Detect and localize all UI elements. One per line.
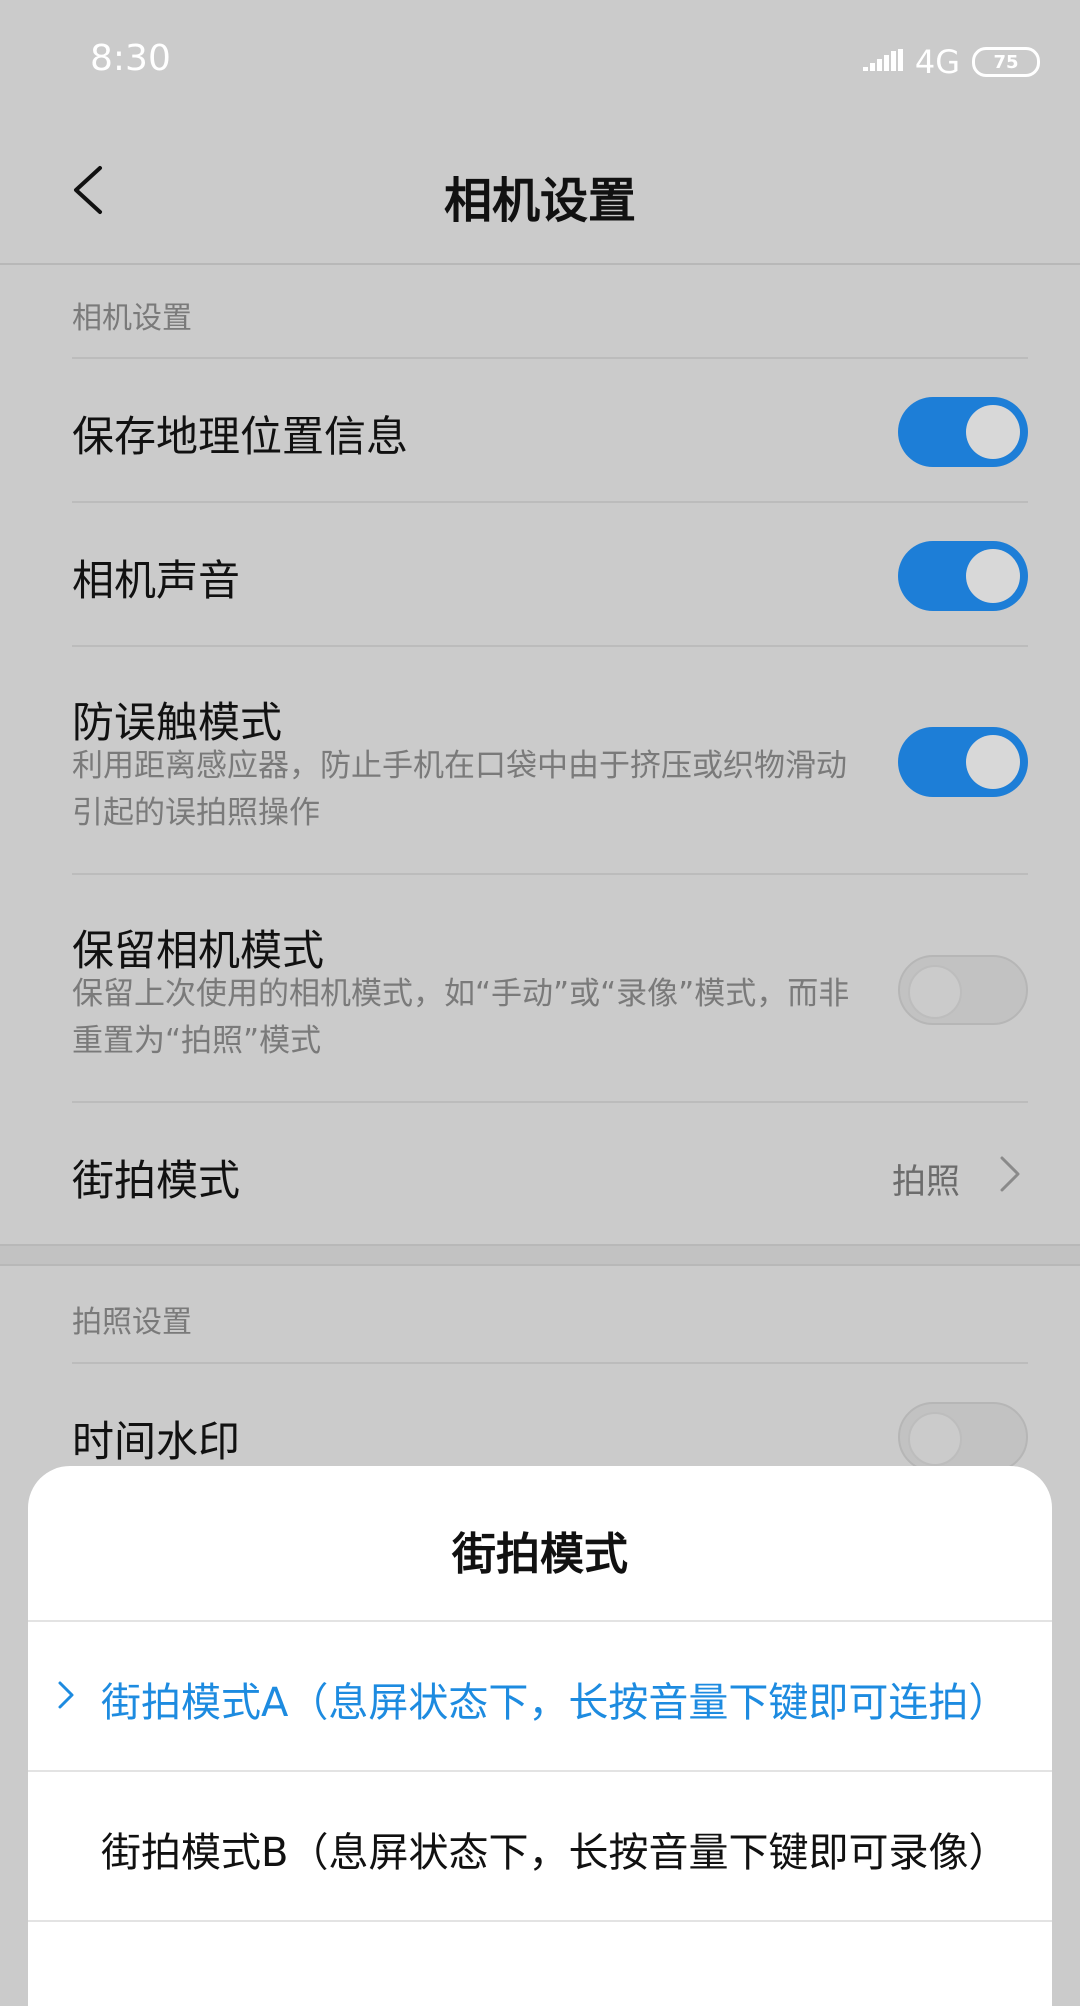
setting-row-street-mode[interactable]: 街拍模式 拍照 xyxy=(72,1101,1028,1245)
toggle-knob xyxy=(908,965,962,1019)
anti-mistouch-toggle[interactable] xyxy=(898,727,1028,797)
status-time: 8:30 xyxy=(90,38,171,79)
signal-icon xyxy=(862,49,903,71)
settings-page: 8:30 4G 75 相机设置 相机设置 保存地理位置信息 相机声音 防误触模式… xyxy=(0,0,1080,2006)
setting-row-camera-sound[interactable]: 相机声音 xyxy=(72,501,1028,645)
setting-row-geolocation[interactable]: 保存地理位置信息 xyxy=(72,357,1028,501)
option-street-mode-a[interactable]: 街拍模式A（息屏状态下，长按音量下键即可连拍） xyxy=(28,1622,1052,1770)
page-title: 相机设置 xyxy=(443,173,636,229)
section-label-photo: 拍照设置 xyxy=(72,1305,192,1340)
setting-title: 保留相机模式 xyxy=(72,926,325,975)
sheet-title: 街拍模式 xyxy=(452,1529,628,1580)
street-mode-value: 拍照 xyxy=(892,1162,960,1202)
geolocation-toggle[interactable] xyxy=(898,397,1028,467)
status-bar: 8:30 4G 75 xyxy=(0,0,1080,125)
setting-description: 利用距离感应器，防止手机在口袋中由于挤压或织物滑动引起的误拍照操作 xyxy=(72,748,847,831)
status-icons: 4G 75 xyxy=(862,43,1040,81)
setting-title: 时间水印 xyxy=(72,1417,241,1466)
setting-row-anti-mistouch[interactable]: 防误触模式 利用距离感应器，防止手机在口袋中由于挤压或织物滑动引起的误拍照操作 xyxy=(72,645,1028,873)
sheet-divider xyxy=(28,1920,1052,1922)
toggle-knob xyxy=(966,735,1020,789)
time-watermark-toggle[interactable] xyxy=(898,1402,1028,1472)
top-app-bar: 相机设置 xyxy=(0,125,1080,265)
chevron-right-icon xyxy=(1000,1156,1020,1192)
toggle-knob xyxy=(908,1412,962,1466)
chevron-right-icon xyxy=(58,1681,74,1709)
section-divider xyxy=(0,1244,1080,1266)
setting-title: 防误触模式 xyxy=(72,698,283,747)
option-label: 街拍模式B（息屏状态下，长按音量下键即可录像） xyxy=(101,1830,1009,1876)
setting-title: 保存地理位置信息 xyxy=(72,412,409,461)
setting-description: 保留上次使用的相机模式，如“手动”或“录像”模式，而非重置为“拍照”模式 xyxy=(72,976,850,1059)
battery-icon: 75 xyxy=(972,47,1040,77)
section-label-camera: 相机设置 xyxy=(72,301,192,336)
bottom-sheet: 街拍模式 街拍模式A（息屏状态下，长按音量下键即可连拍） 街拍模式B（息屏状态下… xyxy=(28,1466,1052,2006)
toggle-knob xyxy=(966,405,1020,459)
option-label: 街拍模式A（息屏状态下，长按音量下键即可连拍） xyxy=(101,1680,1009,1726)
option-street-mode-b[interactable]: 街拍模式B（息屏状态下，长按音量下键即可录像） xyxy=(28,1772,1052,1920)
camera-sound-toggle[interactable] xyxy=(898,541,1028,611)
battery-level: 75 xyxy=(993,51,1019,73)
network-type: 4G xyxy=(914,43,960,81)
keep-camera-mode-toggle[interactable] xyxy=(898,955,1028,1025)
setting-row-keep-camera-mode[interactable]: 保留相机模式 保留上次使用的相机模式，如“手动”或“录像”模式，而非重置为“拍照… xyxy=(72,873,1028,1101)
setting-title: 街拍模式 xyxy=(72,1156,241,1205)
toggle-knob xyxy=(966,549,1020,603)
setting-title: 相机声音 xyxy=(72,556,241,605)
